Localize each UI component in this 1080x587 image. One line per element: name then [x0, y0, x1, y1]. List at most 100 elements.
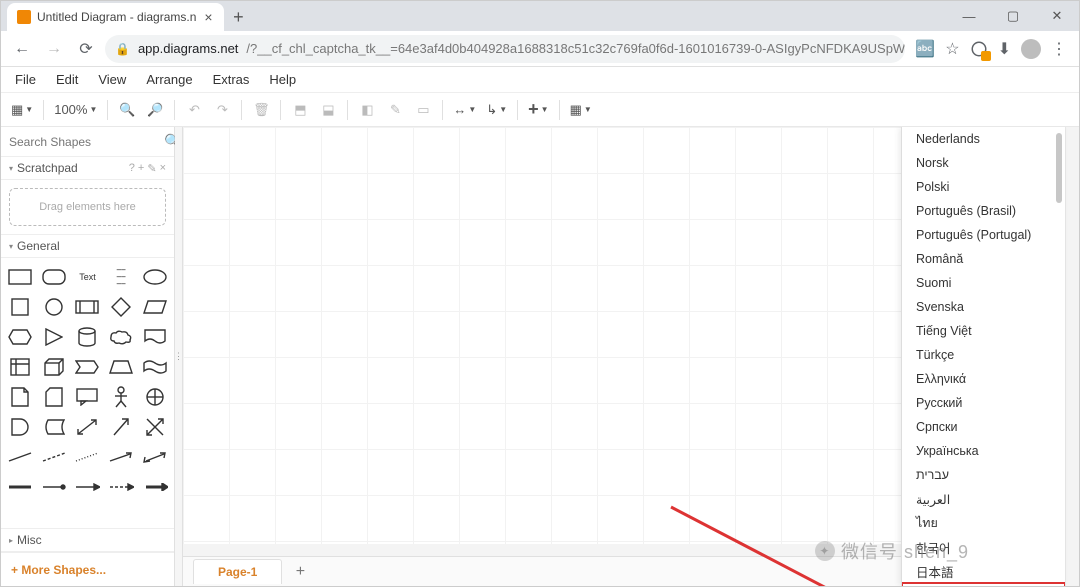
shape-rect[interactable] [5, 264, 35, 290]
zoom-in-button[interactable]: 🔍 [114, 97, 140, 123]
shape-conn-2[interactable] [39, 474, 69, 500]
shape-hexagon[interactable] [5, 324, 35, 350]
shape-cube[interactable] [39, 354, 69, 380]
lang-item[interactable]: עברית [902, 463, 1065, 487]
translate-icon[interactable]: 🔤 [915, 39, 935, 59]
menu-extras[interactable]: Extras [205, 69, 258, 90]
shape-datastore[interactable] [39, 414, 69, 440]
minimize-button[interactable]: — [947, 1, 991, 31]
shape-conn-5[interactable] [140, 474, 170, 500]
shape-arrow-thin[interactable] [106, 444, 136, 470]
shape-square[interactable] [5, 294, 35, 320]
kebab-menu-icon[interactable]: ⋮ [1051, 39, 1067, 59]
lang-item[interactable]: Norsk [902, 151, 1065, 175]
lang-item[interactable]: Polski [902, 175, 1065, 199]
lang-item-selected[interactable]: 简体中文 [902, 583, 1065, 586]
lang-item[interactable]: Suomi [902, 271, 1065, 295]
language-scrollbar[interactable] [1056, 133, 1062, 203]
lang-item[interactable]: Українська [902, 439, 1065, 463]
shape-arrow-bi[interactable] [73, 414, 103, 440]
redo-button[interactable]: ↷ [209, 97, 235, 123]
back-button[interactable]: ← [9, 36, 35, 62]
page-tab-1[interactable]: Page-1 [193, 559, 282, 584]
new-tab-button[interactable]: + [224, 3, 252, 31]
lang-item[interactable]: Српски [902, 415, 1065, 439]
delete-button[interactable]: 🗑 [248, 97, 274, 123]
right-scroll-strip[interactable] [1065, 127, 1079, 586]
shape-conn-4[interactable] [106, 474, 136, 500]
shape-line-dotted[interactable] [73, 444, 103, 470]
close-icon[interactable]: × [160, 162, 166, 174]
general-header[interactable]: ▾ General [1, 235, 174, 258]
shape-and[interactable] [5, 414, 35, 440]
close-window-button[interactable]: ✕ [1035, 1, 1079, 31]
shape-parallelogram[interactable] [140, 294, 170, 320]
lang-item[interactable]: Português (Portugal) [902, 223, 1065, 247]
shape-card[interactable] [39, 384, 69, 410]
lang-item[interactable]: Ελληνικά [902, 367, 1065, 391]
profile-icon[interactable] [1021, 39, 1041, 59]
search-shapes-input[interactable] [9, 135, 164, 149]
shape-trapezoid[interactable] [106, 354, 136, 380]
shape-tape[interactable] [140, 354, 170, 380]
view-mode-button[interactable]: ▦▼ [7, 97, 37, 123]
add-page-button[interactable]: + [286, 563, 314, 581]
shape-circle[interactable] [39, 294, 69, 320]
shape-ellipse[interactable] [140, 264, 170, 290]
address-bar[interactable]: 🔒 app.diagrams.net /?__cf_chl_captcha_tk… [105, 35, 905, 63]
lang-item[interactable]: العربية [902, 487, 1065, 511]
shape-triangle[interactable] [39, 324, 69, 350]
add-icon[interactable]: + [138, 162, 144, 174]
forward-button[interactable]: → [41, 36, 67, 62]
shape-line-dashed[interactable] [39, 444, 69, 470]
scratchpad-dropzone[interactable]: Drag elements here [9, 188, 166, 226]
menu-arrange[interactable]: Arrange [138, 69, 200, 90]
shape-cloud[interactable] [106, 324, 136, 350]
shape-conn-3[interactable] [73, 474, 103, 500]
shape-process[interactable] [73, 294, 103, 320]
shape-cylinder[interactable] [73, 324, 103, 350]
menu-view[interactable]: View [90, 69, 134, 90]
extension-icon[interactable] [970, 40, 988, 58]
to-front-button[interactable]: ⬒ [287, 97, 313, 123]
connection-button[interactable]: ↔▼ [449, 97, 480, 123]
more-shapes-button[interactable]: + More Shapes... [1, 552, 174, 586]
menu-file[interactable]: File [7, 69, 44, 90]
browser-tab[interactable]: Untitled Diagram - diagrams.n × [7, 3, 224, 31]
lang-item[interactable]: Tiếng Việt [902, 319, 1065, 343]
edit-icon[interactable]: ✎ [147, 162, 156, 175]
bookmark-icon[interactable]: ☆ [945, 39, 959, 59]
menu-help[interactable]: Help [261, 69, 304, 90]
waypoint-button[interactable]: ↳▼ [482, 97, 511, 123]
shape-diamond[interactable] [106, 294, 136, 320]
zoom-out-button[interactable]: 🔎 [142, 97, 168, 123]
lang-item[interactable]: ไทย [902, 511, 1065, 535]
insert-button[interactable]: +▼ [524, 97, 552, 123]
undo-button[interactable]: ↶ [181, 97, 207, 123]
lang-item[interactable]: Português (Brasil) [902, 199, 1065, 223]
shape-actor[interactable] [106, 384, 136, 410]
close-tab-icon[interactable]: × [202, 11, 214, 23]
help-icon[interactable]: ? [129, 162, 135, 174]
fill-color-button[interactable]: ◧ [354, 97, 380, 123]
lang-item[interactable]: Română [902, 247, 1065, 271]
zoom-dropdown[interactable]: 100%▼ [50, 97, 101, 123]
menu-edit[interactable]: Edit [48, 69, 86, 90]
misc-header[interactable]: ▸ Misc [1, 528, 174, 552]
lang-item[interactable]: Nederlands [902, 127, 1065, 151]
shape-rounded[interactable] [39, 264, 69, 290]
lang-item[interactable]: Türkçe [902, 343, 1065, 367]
shape-arrow-both[interactable] [140, 444, 170, 470]
shape-internal[interactable] [5, 354, 35, 380]
reload-button[interactable]: ⟳ [73, 36, 99, 62]
shape-step[interactable] [73, 354, 103, 380]
shape-textbox[interactable]: ━━━━━━ [106, 264, 136, 290]
shape-callout[interactable] [73, 384, 103, 410]
line-color-button[interactable]: ✎ [382, 97, 408, 123]
scratchpad-header[interactable]: ▾ Scratchpad ? + ✎ × [1, 157, 174, 180]
table-button[interactable]: ▦▼ [566, 97, 596, 123]
lang-item[interactable]: Svenska [902, 295, 1065, 319]
maximize-button[interactable]: ▢ [991, 1, 1035, 31]
shape-text[interactable]: Text [73, 264, 103, 290]
shape-or[interactable] [140, 384, 170, 410]
